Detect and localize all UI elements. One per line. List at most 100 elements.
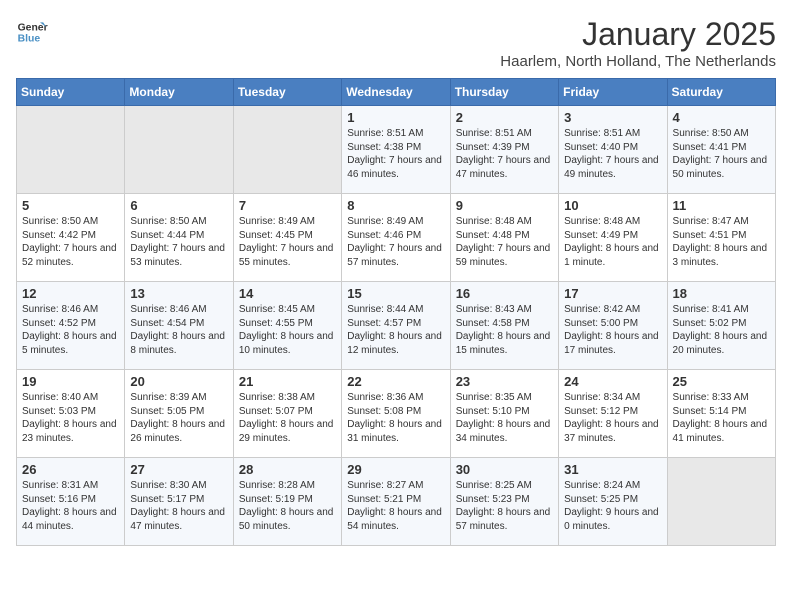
weekday-header-cell: Tuesday (233, 79, 341, 106)
calendar-cell: 23Sunrise: 8:35 AM Sunset: 5:10 PM Dayli… (450, 370, 558, 458)
weekday-header-cell: Monday (125, 79, 233, 106)
calendar-cell: 24 Sunrise: 8:34 AM Sunset: 5:12 PM Dayli… (559, 370, 667, 458)
day-number: 26 (22, 462, 119, 477)
day-info: Sunrise: 8:50 AM Sunset: 4:42 PM Dayligh… (22, 215, 119, 269)
day-number: 8 (347, 198, 444, 213)
calendar-cell (125, 106, 233, 194)
day-number: 9 (456, 198, 553, 213)
calendar-cell: 31 Sunrise: 8:24 AM Sunset: 5:25 PM Dayli… (559, 458, 667, 546)
calendar-cell: 5 Sunrise: 8:50 AM Sunset: 4:42 PM Daylig… (17, 194, 125, 282)
day-number: 28 (239, 462, 336, 477)
calendar-cell (233, 106, 341, 194)
day-info: Sunrise: 8:50 AM Sunset: 4:44 PM Dayligh… (130, 215, 227, 269)
svg-text:Blue: Blue (18, 34, 41, 45)
calendar-cell: 19 Sunrise: 8:40 AM Sunset: 5:03 PM Dayli… (17, 370, 125, 458)
day-number: 20 (130, 374, 227, 389)
calendar-cell: 9 Sunrise: 8:48 AM Sunset: 4:48 PM Daylig… (450, 194, 558, 282)
day-info: Sunrise: 8:30 AM Sunset: 5:17 PM Dayligh… (130, 479, 227, 533)
weekday-header-cell: Sunday (17, 79, 125, 106)
day-number: 23 (456, 374, 553, 389)
calendar-cell: 11 Sunrise: 8:47 AM Sunset: 4:51 PM Dayli… (667, 194, 775, 282)
title-block: January 2025 Haarlem, North Holland, The… (500, 16, 776, 70)
day-number: 7 (239, 198, 336, 213)
day-number: 17 (564, 286, 661, 301)
calendar-cell: 12Sunrise: 8:46 AM Sunset: 4:52 PM Dayli… (17, 282, 125, 370)
day-info: Sunrise: 8:51 AM Sunset: 4:40 PM Dayligh… (564, 127, 661, 181)
calendar-cell: 21Sunrise: 8:38 AM Sunset: 5:07 PM Dayli… (233, 370, 341, 458)
day-number: 13 (130, 286, 227, 301)
calendar-cell (17, 106, 125, 194)
day-number: 19 (22, 374, 119, 389)
day-number: 31 (564, 462, 661, 477)
day-info: Sunrise: 8:46 AM Sunset: 4:54 PM Dayligh… (130, 303, 227, 357)
day-info: Sunrise: 8:25 AM Sunset: 5:23 PM Dayligh… (456, 479, 553, 533)
calendar-cell: 14 Sunrise: 8:45 AM Sunset: 4:55 PM Dayli… (233, 282, 341, 370)
day-info: Sunrise: 8:43 AM Sunset: 4:58 PM Dayligh… (456, 303, 553, 357)
page-header: General Blue January 2025 Haarlem, North… (16, 16, 776, 70)
day-number: 6 (130, 198, 227, 213)
calendar-cell: 27Sunrise: 8:30 AM Sunset: 5:17 PM Dayli… (125, 458, 233, 546)
calendar-cell: 20 Sunrise: 8:39 AM Sunset: 5:05 PM Dayli… (125, 370, 233, 458)
calendar-cell: 2Sunrise: 8:51 AM Sunset: 4:39 PM Daylig… (450, 106, 558, 194)
day-info: Sunrise: 8:27 AM Sunset: 5:21 PM Dayligh… (347, 479, 444, 533)
calendar-table: SundayMondayTuesdayWednesdayThursdayFrid… (16, 78, 776, 546)
day-number: 1 (347, 110, 444, 125)
day-info: Sunrise: 8:49 AM Sunset: 4:46 PM Dayligh… (347, 215, 444, 269)
calendar-cell: 4Sunrise: 8:50 AM Sunset: 4:41 PM Daylig… (667, 106, 775, 194)
calendar-cell: 15Sunrise: 8:44 AM Sunset: 4:57 PM Dayli… (342, 282, 450, 370)
day-number: 2 (456, 110, 553, 125)
day-number: 10 (564, 198, 661, 213)
calendar-cell: 25 Sunrise: 8:33 AM Sunset: 5:14 PM Dayli… (667, 370, 775, 458)
calendar-cell: 7 Sunrise: 8:49 AM Sunset: 4:45 PM Daylig… (233, 194, 341, 282)
day-number: 15 (347, 286, 444, 301)
day-info: Sunrise: 8:47 AM Sunset: 4:51 PM Dayligh… (673, 215, 770, 269)
calendar-cell: 26 Sunrise: 8:31 AM Sunset: 5:16 PM Dayli… (17, 458, 125, 546)
day-info: Sunrise: 8:40 AM Sunset: 5:03 PM Dayligh… (22, 391, 119, 445)
day-info: Sunrise: 8:48 AM Sunset: 4:48 PM Dayligh… (456, 215, 553, 269)
calendar-cell: 22 Sunrise: 8:36 AM Sunset: 5:08 PM Dayli… (342, 370, 450, 458)
day-info: Sunrise: 8:24 AM Sunset: 5:25 PM Dayligh… (564, 479, 661, 533)
day-number: 5 (22, 198, 119, 213)
location-title: Haarlem, North Holland, The Netherlands (500, 53, 776, 70)
day-info: Sunrise: 8:41 AM Sunset: 5:02 PM Dayligh… (673, 303, 770, 357)
day-info: Sunrise: 8:36 AM Sunset: 5:08 PM Dayligh… (347, 391, 444, 445)
day-number: 29 (347, 462, 444, 477)
day-info: Sunrise: 8:39 AM Sunset: 5:05 PM Dayligh… (130, 391, 227, 445)
day-info: Sunrise: 8:33 AM Sunset: 5:14 PM Dayligh… (673, 391, 770, 445)
calendar-cell: 10 Sunrise: 8:48 AM Sunset: 4:49 PM Dayli… (559, 194, 667, 282)
calendar-week-row: 19 Sunrise: 8:40 AM Sunset: 5:03 PM Dayli… (17, 370, 776, 458)
day-info: Sunrise: 8:51 AM Sunset: 4:38 PM Dayligh… (347, 127, 444, 181)
calendar-cell: 3Sunrise: 8:51 AM Sunset: 4:40 PM Daylig… (559, 106, 667, 194)
weekday-header-cell: Thursday (450, 79, 558, 106)
day-number: 30 (456, 462, 553, 477)
calendar-cell: 28Sunrise: 8:28 AM Sunset: 5:19 PM Dayli… (233, 458, 341, 546)
calendar-cell: 30 Sunrise: 8:25 AM Sunset: 5:23 PM Dayli… (450, 458, 558, 546)
calendar-body: 1 Sunrise: 8:51 AM Sunset: 4:38 PM Daylig… (17, 106, 776, 546)
day-number: 14 (239, 286, 336, 301)
weekday-header-cell: Friday (559, 79, 667, 106)
day-number: 21 (239, 374, 336, 389)
calendar-week-row: 5 Sunrise: 8:50 AM Sunset: 4:42 PM Daylig… (17, 194, 776, 282)
day-number: 22 (347, 374, 444, 389)
day-number: 11 (673, 198, 770, 213)
day-info: Sunrise: 8:48 AM Sunset: 4:49 PM Dayligh… (564, 215, 661, 269)
calendar-cell: 13 Sunrise: 8:46 AM Sunset: 4:54 PM Dayli… (125, 282, 233, 370)
day-number: 24 (564, 374, 661, 389)
weekday-header-cell: Wednesday (342, 79, 450, 106)
day-info: Sunrise: 8:49 AM Sunset: 4:45 PM Dayligh… (239, 215, 336, 269)
day-number: 18 (673, 286, 770, 301)
day-number: 25 (673, 374, 770, 389)
day-info: Sunrise: 8:31 AM Sunset: 5:16 PM Dayligh… (22, 479, 119, 533)
day-number: 12 (22, 286, 119, 301)
logo-icon: General Blue (16, 16, 48, 48)
day-info: Sunrise: 8:45 AM Sunset: 4:55 PM Dayligh… (239, 303, 336, 357)
calendar-cell: 18 Sunrise: 8:41 AM Sunset: 5:02 PM Dayli… (667, 282, 775, 370)
weekday-header-cell: Saturday (667, 79, 775, 106)
calendar-cell: 16Sunrise: 8:43 AM Sunset: 4:58 PM Dayli… (450, 282, 558, 370)
day-info: Sunrise: 8:34 AM Sunset: 5:12 PM Dayligh… (564, 391, 661, 445)
calendar-cell: 29 Sunrise: 8:27 AM Sunset: 5:21 PM Dayli… (342, 458, 450, 546)
day-info: Sunrise: 8:50 AM Sunset: 4:41 PM Dayligh… (673, 127, 770, 181)
day-info: Sunrise: 8:42 AM Sunset: 5:00 PM Dayligh… (564, 303, 661, 357)
logo: General Blue (16, 16, 48, 48)
month-title: January 2025 (500, 16, 776, 53)
